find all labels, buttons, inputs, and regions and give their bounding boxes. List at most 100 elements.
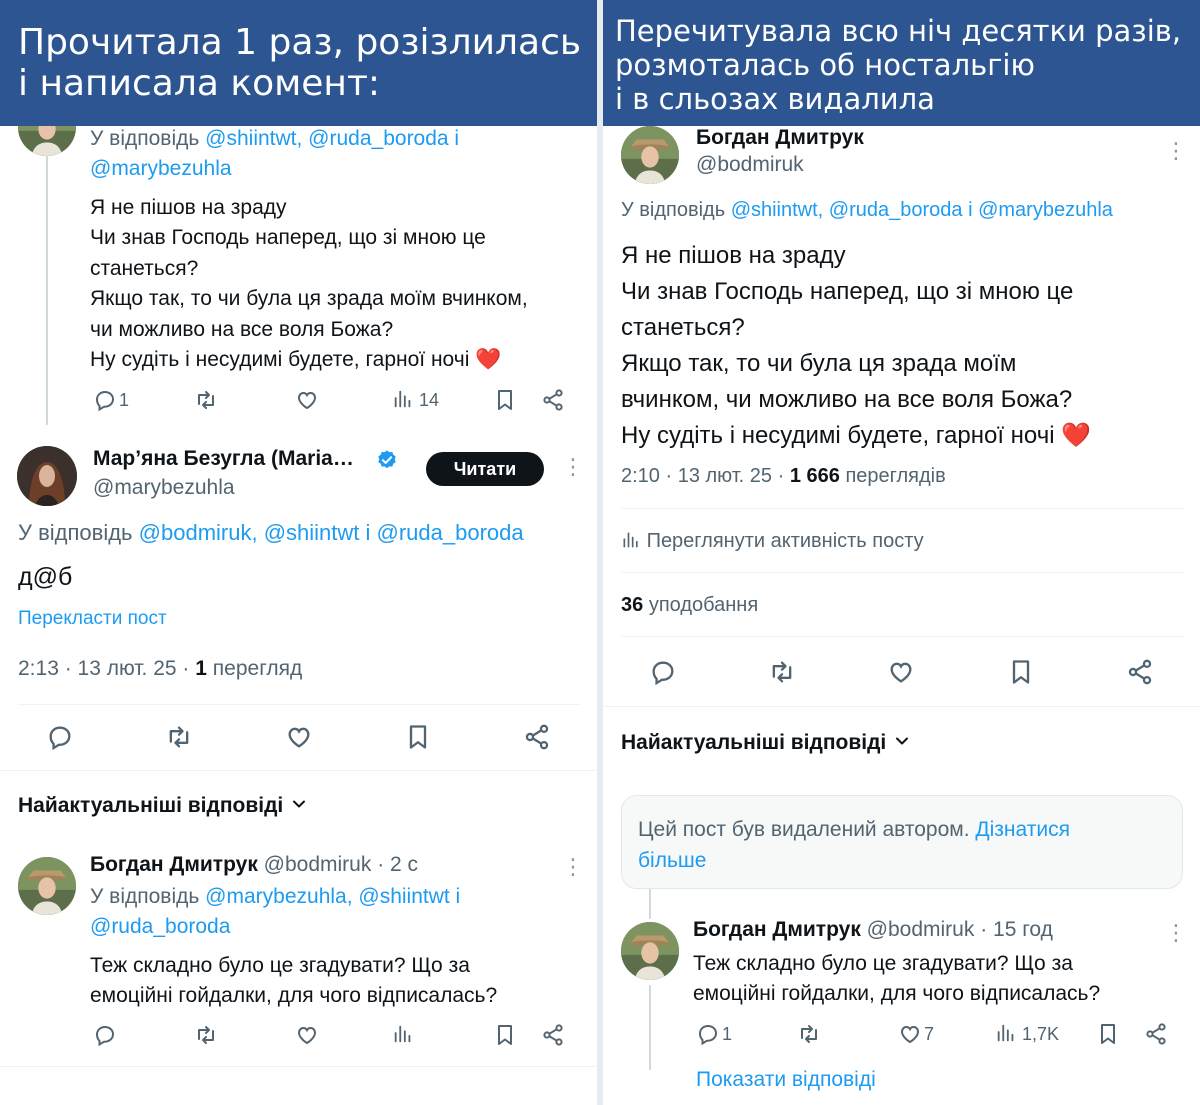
- tweet-time: 2:10 · 13 лют. 25 ·: [621, 465, 785, 487]
- reply-to-mention[interactable]: @marybezuhla: [90, 157, 232, 181]
- deleted-notice-text: Цей пост був видалений автором.: [638, 818, 970, 841]
- author-handle[interactable]: @bodmiruk: [696, 153, 804, 177]
- heart-icon[interactable]: [898, 1022, 922, 1046]
- verified-badge-icon: [376, 449, 398, 471]
- retweet-icon[interactable]: [797, 1022, 821, 1046]
- heart-icon[interactable]: [887, 658, 915, 686]
- reply-count: 1: [119, 390, 130, 410]
- tweet-meta: 2:10 · 13 лют. 25 · 1 666 переглядів: [621, 465, 946, 488]
- share-icon[interactable]: [1126, 658, 1154, 686]
- learn-more-link[interactable]: більше: [638, 849, 706, 872]
- retweet-icon[interactable]: [194, 388, 218, 412]
- tweet-text-line: станеться?: [621, 314, 745, 341]
- reply-icon[interactable]: [93, 1023, 117, 1047]
- views-icon[interactable]: [392, 388, 414, 410]
- author-handle[interactable]: @marybezuhla: [93, 476, 235, 500]
- reply-to-line: У відповідь @bodmiruk, @shiintwt і @ruda…: [18, 520, 524, 546]
- retweet-icon[interactable]: [194, 1023, 218, 1047]
- divider: [0, 1066, 597, 1067]
- reply-to-mentions[interactable]: @bodmiruk, @shiintwt і @ruda_boroda: [139, 520, 524, 545]
- right-screenshot-panel: Богдан Дмитрук @bodmiruk ⋮ У відповідь @…: [603, 0, 1200, 1105]
- divider: [603, 706, 1200, 707]
- reply-to-mention[interactable]: @ruda_boroda: [90, 915, 230, 939]
- reply-to-prefix: У відповідь: [621, 199, 726, 221]
- more-icon[interactable]: ⋮: [562, 856, 584, 878]
- heart-icon[interactable]: [285, 723, 313, 751]
- reply-to-prefix: У відповідь: [90, 885, 200, 908]
- retweet-icon[interactable]: [165, 723, 193, 751]
- retweet-icon[interactable]: [768, 658, 796, 686]
- author-name[interactable]: Богдан Дмитрук: [693, 918, 861, 941]
- tweet-text-line: чи можливо на все воля Божа?: [90, 317, 394, 341]
- post-activity-link[interactable]: Переглянути активність посту: [621, 530, 924, 553]
- share-icon[interactable]: [523, 723, 551, 751]
- views-icon[interactable]: [995, 1022, 1017, 1044]
- bookmark-icon[interactable]: [404, 723, 432, 751]
- reply-to-prefix: У відповідь: [18, 520, 133, 545]
- divider: [621, 572, 1183, 573]
- author-name[interactable]: Богдан Дмитрук: [696, 126, 864, 150]
- more-icon[interactable]: ⋮: [1165, 922, 1187, 944]
- deleted-post-notice: Цей пост був видалений автором. Дізнатис…: [621, 795, 1183, 889]
- avatar[interactable]: [621, 922, 679, 980]
- reply-icon[interactable]: [696, 1022, 720, 1046]
- author-handle[interactable]: @bodmiruk · 2 с: [264, 853, 418, 876]
- reply-to-line: У відповідь @shiintwt, @ruda_boroda і @m…: [621, 199, 1113, 222]
- replies-sort-header[interactable]: Найактуальніші відповіді: [621, 731, 912, 755]
- learn-more-link[interactable]: Дізнатися: [975, 818, 1070, 841]
- share-icon[interactable]: [541, 388, 565, 412]
- bookmark-icon[interactable]: [493, 1023, 517, 1047]
- author-name[interactable]: Богдан Дмитрук: [90, 853, 258, 876]
- tweet-text-line: Я не пішов на зраду: [90, 196, 287, 219]
- share-icon[interactable]: [1144, 1022, 1168, 1046]
- bookmark-icon[interactable]: [1007, 658, 1035, 686]
- tweet-text: Теж складно було це згадувати? Що за емо…: [90, 951, 497, 1012]
- caption-line: розмоталась об ностальгію: [615, 48, 1035, 82]
- more-icon[interactable]: ⋮: [1165, 140, 1187, 162]
- share-icon[interactable]: [541, 1023, 565, 1047]
- heart-icon[interactable]: [295, 1023, 319, 1047]
- follow-button[interactable]: Читати: [426, 452, 544, 486]
- tweet-time: 2:13 · 13 лют. 25 ·: [18, 657, 190, 680]
- heart-emoji: ❤️: [475, 348, 502, 372]
- avatar[interactable]: [621, 126, 679, 184]
- reply-count: 1: [722, 1024, 733, 1044]
- views-number: 1 666: [789, 465, 840, 487]
- translate-link[interactable]: Перекласти пост: [18, 608, 167, 630]
- tweet-text-line: Теж складно було це згадувати? Що за: [693, 952, 1073, 975]
- views-count: 14: [419, 390, 440, 410]
- more-icon[interactable]: ⋮: [562, 456, 584, 478]
- likes-number: 36: [621, 594, 644, 616]
- views-label: переглядів: [845, 465, 946, 487]
- author-name[interactable]: Мар’яна Безугла (Maria…: [93, 447, 354, 471]
- caption-line: і в сльозах видалила: [615, 82, 935, 116]
- bookmark-icon[interactable]: [1096, 1022, 1120, 1046]
- tweet-text: д@б: [18, 563, 73, 591]
- tweet-text-line: емоційні гойдалки, для чого відписалась?: [90, 984, 498, 1008]
- replies-sort-header[interactable]: Найактуальніші відповіді: [18, 794, 309, 818]
- reply-to-mentions[interactable]: @shiintwt, @ruda_boroda і: [205, 127, 459, 150]
- tweet-text-line: емоційні гойдалки, для чого відписалась?: [693, 982, 1101, 1006]
- reply-icon[interactable]: [46, 723, 74, 751]
- replies-sort-label: Найактуальніші відповіді: [621, 731, 887, 754]
- caption-banner: Прочитала 1 раз, розізлилась і написала …: [0, 0, 597, 126]
- avatar[interactable]: [18, 857, 76, 915]
- author-handle[interactable]: @bodmiruk · 15 год: [867, 918, 1053, 941]
- avatar[interactable]: [17, 446, 77, 506]
- reply-to-mentions[interactable]: @shiintwt, @ruda_boroda і @marybezuhla: [731, 199, 1113, 221]
- reply-icon[interactable]: [649, 658, 677, 686]
- reply-to-prefix: У відповідь: [90, 127, 200, 150]
- likes-summary[interactable]: 36 уподобання: [621, 594, 758, 617]
- divider: [18, 704, 580, 705]
- reply-to-mentions[interactable]: @marybezuhla, @shiintwt і: [205, 885, 460, 908]
- views-icon[interactable]: [392, 1023, 414, 1045]
- show-replies-link[interactable]: Показати відповіді: [696, 1068, 876, 1092]
- views-label: перегляд: [212, 657, 303, 680]
- heart-icon[interactable]: [295, 388, 319, 412]
- bookmark-icon[interactable]: [493, 388, 517, 412]
- reply-icon[interactable]: [93, 388, 117, 412]
- caption-line: і написала комент:: [18, 63, 381, 104]
- reply-author-line: Богдан Дмитрук @bodmiruk · 15 год: [693, 918, 1053, 942]
- tweet-text-line: Якщо так, то чи була ця зрада моїм: [621, 350, 1017, 377]
- thread-line: [649, 889, 651, 919]
